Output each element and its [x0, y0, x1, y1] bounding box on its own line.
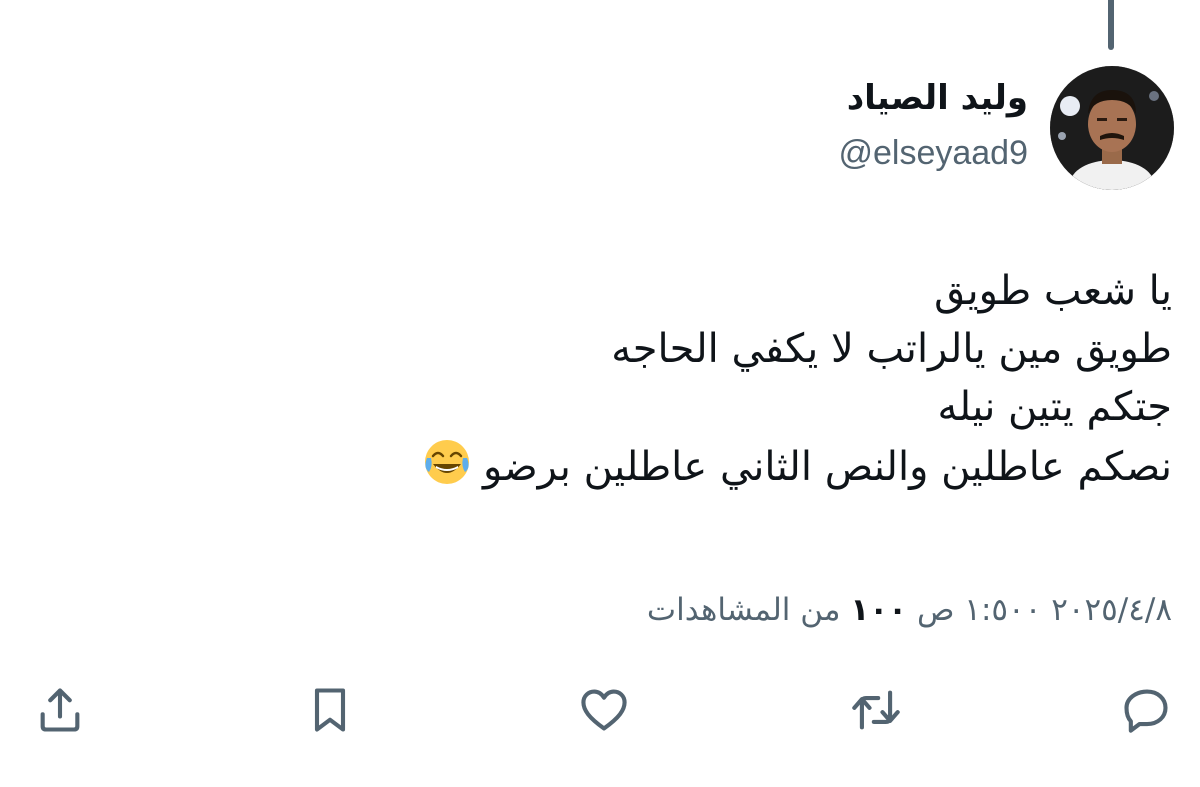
like-icon [581, 689, 627, 731]
tweet-time-period: ص [916, 592, 955, 628]
retweet-icon [852, 690, 900, 730]
bookmark-icon [314, 688, 346, 732]
tweet-line-text: نصكم عاطلين والنص الثاني عاطلين برضو [483, 444, 1172, 490]
tweet-metadata: ٢٠٢٥/٤/٨ ١:٥٠٠ ص ١٠٠ من المشاهدات [647, 592, 1172, 628]
like-button[interactable] [574, 680, 634, 740]
tweet-line: يا شعب طويق [934, 268, 1172, 314]
share-icon [40, 688, 80, 732]
laughing-emoji-icon [421, 436, 473, 504]
share-button[interactable] [30, 680, 90, 740]
tweet-line-with-emoji: نصكم عاطلين والنص الثاني عاطلين برضو [172, 436, 1172, 504]
tweet-line: طويق مين يالراتب لا يكفي الحاجه [611, 326, 1172, 372]
reply-icon [1124, 689, 1168, 733]
tweet-action-bar [0, 680, 1200, 750]
user-handle[interactable]: @elseyaad9 [838, 134, 1028, 173]
views-count[interactable]: ١٠٠ [850, 592, 907, 628]
tweet-time: ١:٥٠٠ [964, 592, 1042, 628]
reply-button[interactable] [1116, 680, 1176, 740]
bookmark-button[interactable] [300, 680, 360, 740]
display-name[interactable]: وليد الصياد [847, 78, 1028, 118]
retweet-button[interactable] [846, 680, 906, 740]
avatar-photo [1050, 66, 1174, 190]
tweet-line: جتكم يتين نيله [937, 384, 1172, 430]
tweet-text: يا شعب طويق طويق مين يالراتب لا يكفي الح… [172, 262, 1172, 504]
avatar[interactable] [1050, 66, 1174, 190]
thread-connector-line [1108, 0, 1114, 50]
tweet-date: ٢٠٢٥/٤/٨ [1051, 592, 1172, 628]
views-label: من المشاهدات [646, 592, 841, 628]
